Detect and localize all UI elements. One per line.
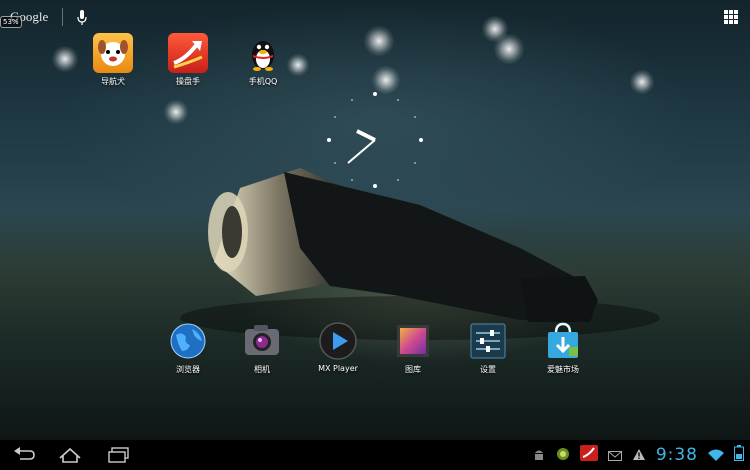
app-browser[interactable]: 浏览器 [158,321,218,375]
wifi-icon [708,446,724,465]
status-area[interactable]: 9:38 [532,444,744,466]
app-label: 手机QQ [248,77,278,86]
battery-icon [734,445,744,465]
recent-apps-icon[interactable] [107,446,131,464]
app-camera[interactable]: 相机 [232,321,292,375]
app-mobile-qq[interactable]: 手机QQ [233,33,293,87]
app-label: 爱魅市场 [547,365,579,374]
trader-arrow-icon [168,33,208,73]
app-label: MX Player [318,364,358,373]
email-icon [607,446,622,465]
home-icon[interactable] [58,446,82,464]
gallery-icon [393,321,433,361]
warning-icon [632,446,646,465]
app-mx-player[interactable]: MX Player [308,321,368,373]
app-label: 导航犬 [101,77,125,86]
app-label: 浏览器 [176,365,200,374]
app-label: 图库 [405,365,421,374]
trader-notify-icon [579,445,598,465]
market-bag-icon [543,321,583,361]
app-label: 操盘手 [176,77,200,86]
app-label: 设置 [480,365,496,374]
app-navigation-dog[interactable]: 导航犬 [83,33,143,87]
search-divider [62,8,64,26]
app-trader[interactable]: 操盘手 [158,33,218,87]
qq-penguin-icon [243,33,283,73]
analog-clock-widget[interactable] [326,91,424,189]
green-circle-icon [556,446,570,465]
app-label: 相机 [254,365,270,374]
app-market[interactable]: 爱魅市场 [533,321,593,375]
battery-percent-badge: 53% [0,16,22,28]
apps-grid-icon[interactable] [724,10,738,24]
app-gallery[interactable]: 图库 [383,321,443,375]
settings-sliders-icon [468,321,508,361]
status-clock: 9:38 [655,445,698,465]
back-icon[interactable] [12,446,36,464]
camera-icon [242,321,282,361]
android-debug-icon [532,446,546,465]
mic-icon[interactable] [77,10,87,25]
system-bar: 9:38 [0,440,750,470]
globe-icon [168,321,208,361]
dog-navigation-icon [93,33,133,73]
app-settings[interactable]: 设置 [458,321,518,375]
play-icon [318,321,358,361]
